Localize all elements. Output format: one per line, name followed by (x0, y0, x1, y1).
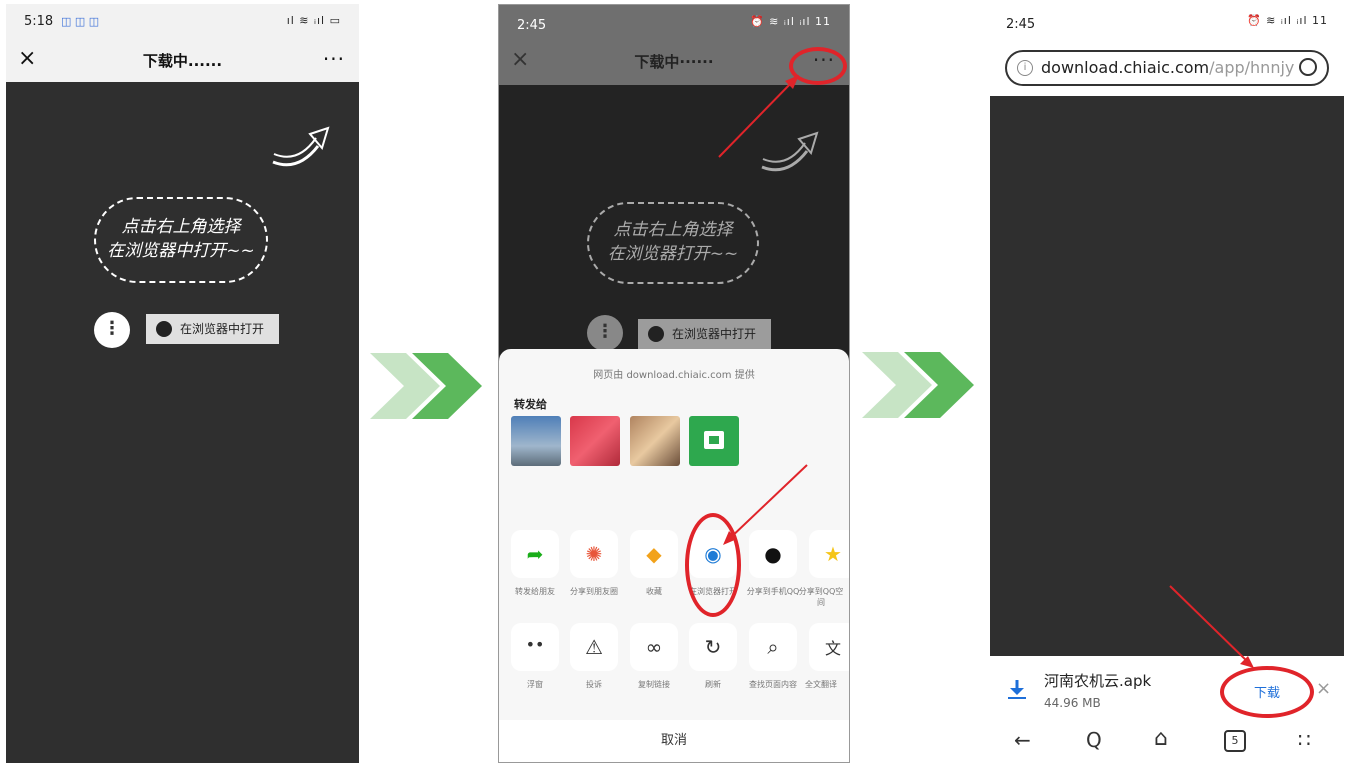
more-dots-button[interactable]: ⋮ (94, 312, 130, 348)
curved-arrow-icon (272, 126, 330, 167)
screen-browser-download: 2:45 ⏰ ≋ ᵢıl ᵢıl 11 i download.chiaic.co… (988, 4, 1346, 763)
chevron-right-icon (370, 353, 482, 419)
globe-icon (156, 321, 172, 337)
hint-bubble: 点击右上角选择 在浏览器中打开~~ (94, 197, 268, 283)
screen-wechat-share-sheet: 2:45 ⏰ ≋ ᵢıl ᵢıl 11 × 下载中······ ··· 点击右上… (498, 4, 850, 763)
status-bar: 5:18 ◫ ◫ ◫ ıl ≋ ᵢıl ▭ (6, 4, 359, 38)
title-bar: × 下载中...... ··· (6, 38, 359, 82)
annotation-arrows (718, 75, 808, 545)
status-time: 5:18 (24, 14, 54, 29)
page-title: 下载中...... (142, 52, 223, 70)
screen-wechat-download: 5:18 ◫ ◫ ◫ ıl ≋ ᵢıl ▭ × 下载中...... ··· 点击… (6, 4, 359, 763)
signal-battery-icon: ıl ≋ ᵢıl ▭ (286, 14, 341, 27)
chevron-right-icon (862, 352, 974, 418)
more-menu-button[interactable]: ··· (323, 47, 345, 71)
open-in-browser-button[interactable]: 在浏览器中打开 (146, 314, 279, 344)
hint-line-1: 点击右上角选择 (121, 217, 241, 237)
open-in-browser-label: 在浏览器中打开 (180, 322, 265, 336)
annotation-arrows (1169, 585, 1254, 668)
notification-icons: ◫ ◫ ◫ (61, 15, 100, 28)
hint-line-2: 在浏览器中打开~~ (107, 241, 255, 261)
